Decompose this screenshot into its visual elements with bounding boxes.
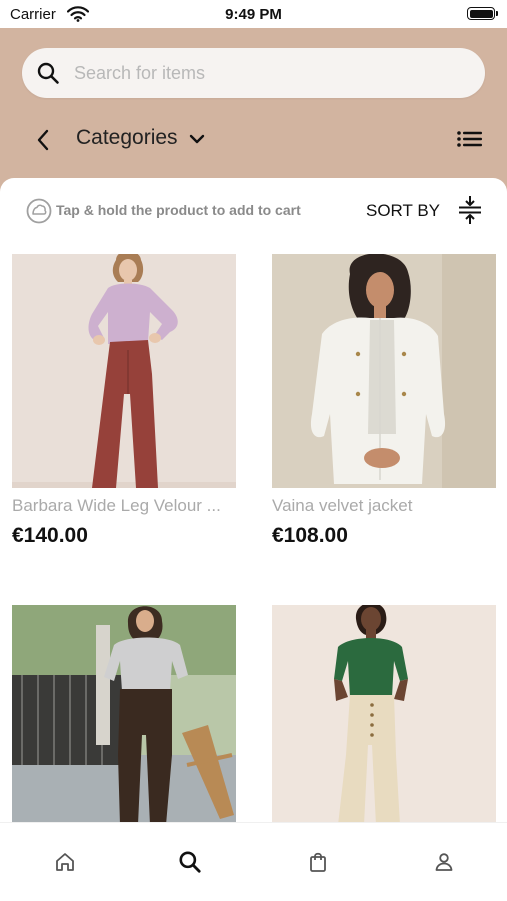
back-button[interactable] [32,126,56,154]
tab-profile[interactable] [429,847,459,877]
tab-search[interactable] [175,847,205,877]
categories-dropdown-label[interactable]: Categories [76,126,178,150]
product-price: €140.00 [12,524,88,547]
bag-icon [310,852,326,872]
product-card[interactable] [12,605,236,825]
header: Categories [0,28,507,198]
product-price: €108.00 [272,524,348,547]
search-input[interactable] [74,48,464,98]
search-icon [37,62,59,84]
product-image[interactable] [272,254,496,488]
product-name: Vaina velvet jacket [272,496,413,515]
product-card[interactable]: Barbara Wide Leg Velour ... €140.00 [12,254,236,554]
hint-icon [26,198,52,224]
sort-icon[interactable] [457,195,483,225]
list-view-icon[interactable] [456,128,484,150]
search-bar[interactable] [22,48,485,98]
product-card[interactable] [272,605,496,825]
add-to-cart-hint: Tap & hold the product to add to cart [56,202,301,218]
search-icon [179,851,201,873]
status-bar: Carrier 9:49 PM [0,0,507,28]
product-name: Barbara Wide Leg Velour ... [12,496,221,515]
product-card[interactable]: Vaina velvet jacket €108.00 [272,254,496,554]
product-image[interactable] [12,254,236,488]
tab-home[interactable] [50,847,80,877]
clock: 9:49 PM [225,6,282,23]
battery-icon [467,7,498,20]
product-image[interactable] [12,605,236,825]
profile-icon [435,853,453,871]
home-icon [56,853,74,871]
sort-by-button[interactable]: SORT BY [366,201,440,221]
chevron-down-icon[interactable] [188,132,206,146]
tab-bag[interactable] [303,847,333,877]
product-image[interactable] [272,605,496,825]
tab-bar [0,822,507,901]
